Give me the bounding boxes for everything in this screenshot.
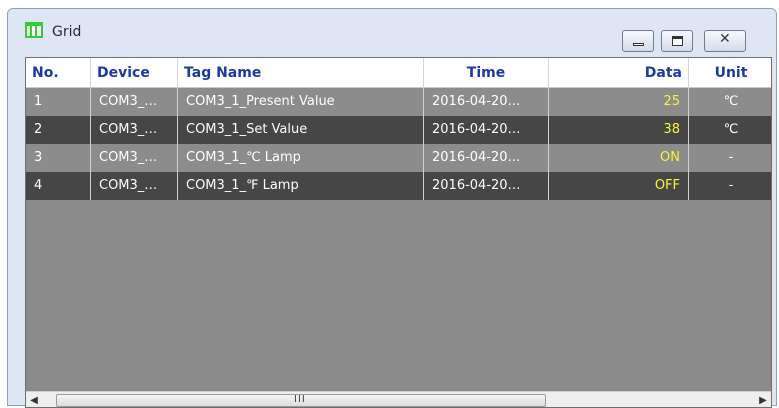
cell-data: ON: [549, 144, 689, 172]
cell-device: COM3_…: [91, 144, 178, 172]
column-header-no[interactable]: No.: [26, 58, 91, 88]
column-header-time[interactable]: Time: [424, 58, 549, 88]
minimize-icon: [633, 43, 644, 46]
table-row[interactable]: 4 COM3_… COM3_1_℉ Lamp 2016-04-20… OFF -: [26, 172, 771, 200]
scrollbar-thumb[interactable]: III: [56, 394, 546, 407]
cell-data: OFF: [549, 172, 689, 200]
cell-time: 2016-04-20…: [424, 88, 549, 116]
grid-header: No. Device Tag Name Time Data Unit: [26, 58, 771, 88]
grid-window-icon: [25, 22, 43, 38]
scroll-right-icon[interactable]: ▶: [755, 393, 771, 407]
maximize-icon: [672, 36, 683, 46]
cell-data: 25: [549, 88, 689, 116]
cell-tag-name: COM3_1_Present Value: [178, 88, 424, 116]
horizontal-scrollbar[interactable]: ◀ III ▶: [26, 391, 771, 407]
cell-no: 1: [26, 88, 91, 116]
title-bar[interactable]: Grid ✕: [8, 9, 776, 56]
cell-no: 4: [26, 172, 91, 200]
cell-device: COM3_…: [91, 116, 178, 144]
cell-unit: -: [728, 178, 734, 193]
cell-unit: ℃: [723, 94, 739, 109]
scrollbar-grip: III: [294, 394, 306, 405]
cell-tag-name: COM3_1_℉ Lamp: [178, 172, 424, 200]
grid-window: Grid ✕ No. Device Tag Name Time Data Uni…: [7, 8, 777, 408]
cell-no: 3: [26, 144, 91, 172]
maximize-button[interactable]: [661, 30, 693, 52]
cell-time: 2016-04-20…: [424, 144, 549, 172]
cell-time: 2016-04-20…: [424, 172, 549, 200]
table-row[interactable]: 3 COM3_… COM3_1_℃ Lamp 2016-04-20… ON -: [26, 144, 771, 172]
close-icon: ✕: [719, 31, 731, 47]
data-grid[interactable]: No. Device Tag Name Time Data Unit 1 COM…: [25, 57, 772, 408]
column-header-tag-name[interactable]: Tag Name: [178, 58, 424, 88]
cell-time: 2016-04-20…: [424, 116, 549, 144]
column-header-data[interactable]: Data: [549, 58, 689, 88]
minimize-button[interactable]: [622, 30, 654, 52]
cell-data: 38: [549, 116, 689, 144]
column-header-unit[interactable]: Unit: [689, 58, 771, 88]
scroll-left-icon[interactable]: ◀: [26, 393, 42, 407]
close-button[interactable]: ✕: [704, 30, 746, 52]
cell-tag-name: COM3_1_℃ Lamp: [178, 144, 424, 172]
cell-unit: -: [728, 150, 734, 165]
cell-device: COM3_…: [91, 172, 178, 200]
table-row[interactable]: 2 COM3_… COM3_1_Set Value 2016-04-20… 38…: [26, 116, 771, 144]
cell-unit: ℃: [723, 122, 739, 137]
window-title: Grid: [52, 24, 82, 40]
table-row[interactable]: 1 COM3_… COM3_1_Present Value 2016-04-20…: [26, 88, 771, 116]
cell-no: 2: [26, 116, 91, 144]
cell-tag-name: COM3_1_Set Value: [178, 116, 424, 144]
column-header-device[interactable]: Device: [91, 58, 178, 88]
cell-device: COM3_…: [91, 88, 178, 116]
